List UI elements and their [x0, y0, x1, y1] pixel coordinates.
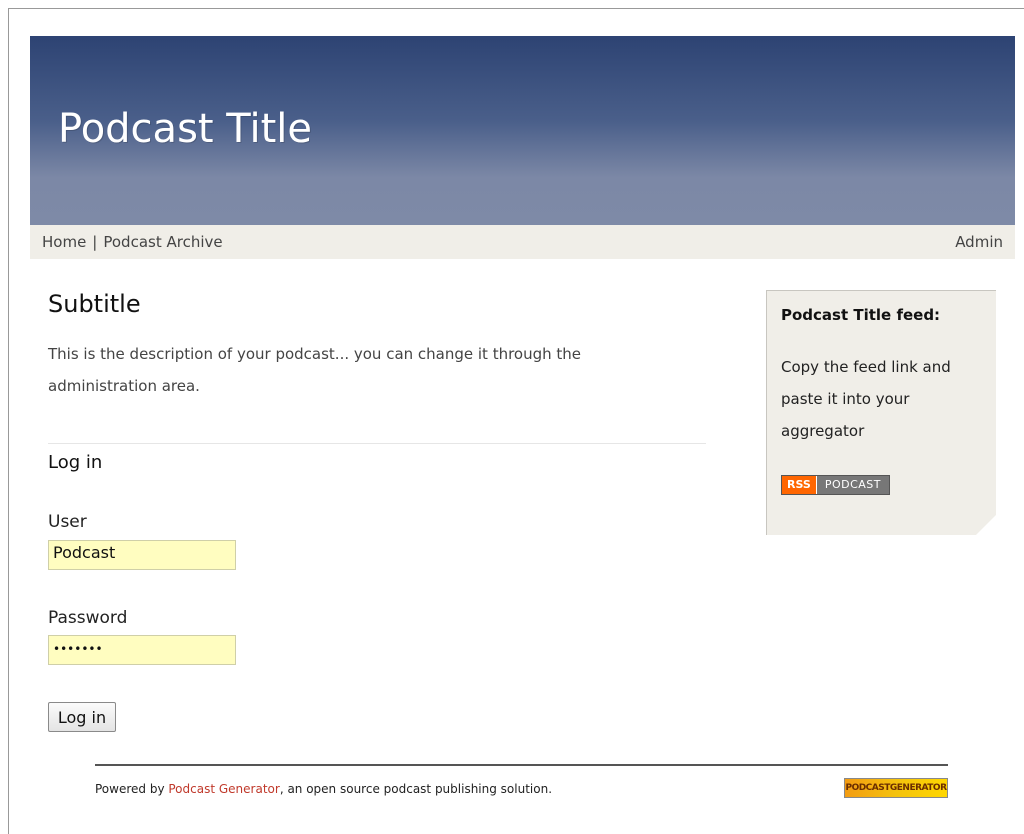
user-label: User [48, 512, 87, 532]
footer-prefix: Powered by [95, 782, 169, 796]
rss-icon: RSS [782, 476, 816, 494]
user-input[interactable]: Podcast [48, 540, 236, 570]
rss-podcast-badge[interactable]: RSS PODCAST [781, 475, 890, 495]
nav-admin-link[interactable]: Admin [955, 233, 1003, 251]
login-button[interactable]: Log in [48, 702, 116, 732]
divider [48, 443, 706, 444]
nav-archive-link[interactable]: Podcast Archive [103, 233, 222, 251]
podcast-generator-link[interactable]: Podcast Generator [168, 782, 279, 796]
podcast-description: This is the description of your podcast.… [48, 345, 582, 395]
page-subtitle: Subtitle [48, 290, 141, 318]
feed-sidebar: Podcast Title feed: Copy the feed link a… [766, 290, 996, 535]
password-label: Password [48, 608, 128, 628]
password-input[interactable]: ••••••• [48, 635, 236, 665]
site-header: Podcast Title [30, 36, 1015, 225]
main-content: Subtitle This is the description of your… [48, 290, 708, 732]
feed-title: Podcast Title feed: [781, 306, 941, 324]
login-heading: Log in [48, 452, 103, 473]
footer-suffix: , an open source podcast publishing solu… [279, 782, 553, 796]
nav-separator: | [92, 233, 98, 251]
nav-home-link[interactable]: Home [42, 233, 86, 251]
podcast-title: Podcast Title [58, 106, 313, 152]
nav-left: Home | Podcast Archive [42, 233, 223, 251]
feed-description: Copy the feed link and paste it into you… [781, 358, 951, 440]
sidebar-corner [976, 515, 996, 535]
footer-text: Powered by Podcast Generator, an open so… [95, 782, 552, 796]
podcast-badge-label: PODCAST [815, 476, 889, 494]
nav-bar: Home | Podcast Archive Admin [30, 225, 1015, 259]
podcast-generator-badge[interactable]: PODCASTGENERATOR [844, 778, 948, 798]
footer-divider [95, 764, 948, 766]
